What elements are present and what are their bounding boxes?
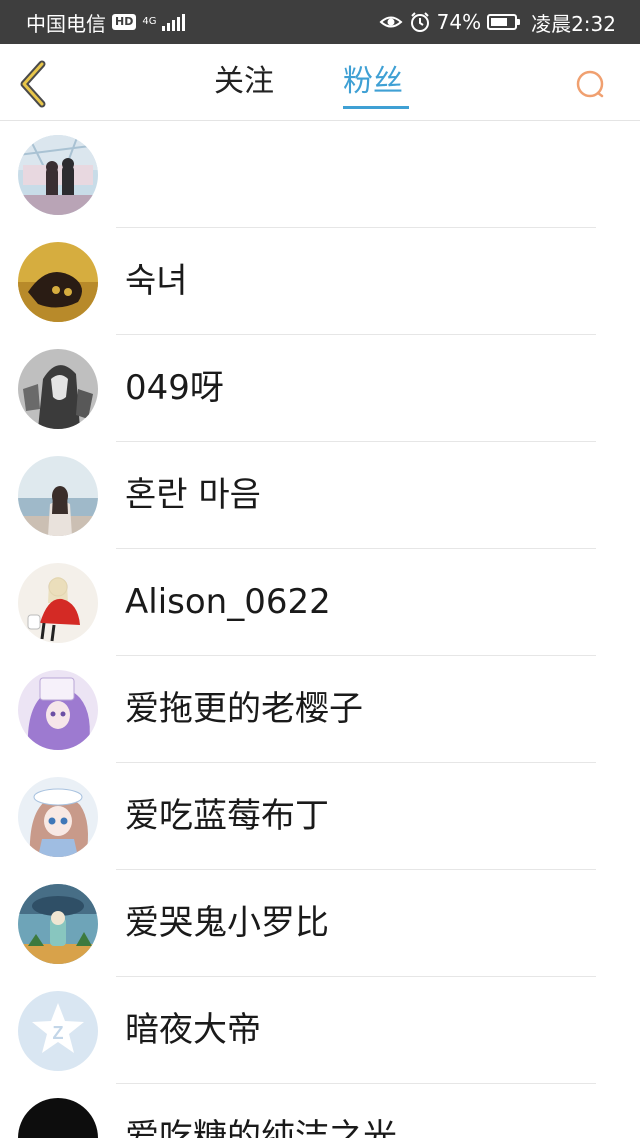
fan-name: Alison_0622	[125, 582, 331, 622]
chevron-left-icon	[20, 60, 46, 108]
fan-name: 爱吃蓝莓布丁	[125, 796, 329, 836]
list-item[interactable]	[0, 121, 640, 228]
fan-name: 暗夜大帝	[125, 1010, 261, 1050]
avatar[interactable]: Z	[18, 991, 98, 1071]
eye-icon	[379, 16, 403, 28]
status-time: 凌晨2:32	[531, 11, 616, 36]
black-avatar-image	[18, 1098, 98, 1138]
fan-name: 049呀	[125, 368, 224, 408]
fan-name: 혼란 마음	[125, 475, 261, 515]
status-bar: 中国电信 HD 4G 74% 凌晨2:32	[0, 0, 640, 44]
battery-fill	[491, 18, 508, 26]
list-item[interactable]: 혼란 마음	[0, 442, 640, 549]
avatar[interactable]	[18, 777, 98, 857]
amusement-park-avatar-image	[18, 135, 98, 215]
avatar[interactable]	[18, 670, 98, 750]
fan-list: 숙녀 049呀 혼란 마음 Alison_0622 爱拖更的老樱子 爱吃蓝莓布丁…	[0, 121, 640, 1138]
avatar[interactable]	[18, 135, 98, 215]
avatar[interactable]	[18, 884, 98, 964]
signal-icon	[162, 13, 186, 31]
status-left: 中国电信 HD 4G	[26, 0, 186, 44]
list-item[interactable]: 爱吃蓝莓布丁	[0, 763, 640, 870]
svg-text:Z: Z	[53, 1023, 64, 1043]
list-item[interactable]: 爱拖更的老樱子	[0, 656, 640, 763]
tab-follow[interactable]: 关注	[214, 62, 274, 102]
battery-icon	[487, 14, 521, 30]
purple-anime-avatar-image	[18, 670, 98, 750]
active-tab-indicator	[343, 106, 409, 109]
back-button[interactable]	[14, 60, 54, 108]
status-right: 74% 凌晨2:32	[379, 0, 616, 44]
network-label: 4G	[142, 16, 157, 27]
avatar[interactable]	[18, 563, 98, 643]
avatar[interactable]	[18, 349, 98, 429]
hd-badge: HD	[112, 14, 137, 30]
default-avatar-image: Z	[18, 991, 98, 1071]
list-item[interactable]: 爱吃糖的纯洁之光	[0, 1084, 640, 1138]
carrier-label: 中国电信	[26, 11, 106, 36]
search-icon	[576, 70, 604, 98]
battery-percent: 74%	[436, 10, 482, 34]
red-coat-avatar-image	[18, 563, 98, 643]
list-item[interactable]: Z 暗夜大帝	[0, 977, 640, 1084]
list-item[interactable]: 049呀	[0, 335, 640, 442]
dark-hands-avatar-image	[18, 242, 98, 322]
search-button[interactable]	[574, 68, 608, 102]
blue-anime-avatar-image	[18, 777, 98, 857]
screen: 中国电信 HD 4G 74% 凌晨2:32 关注 粉丝 숙녀 049呀 혼란 마…	[0, 0, 640, 1138]
alarm-icon	[410, 12, 429, 32]
tab-fans[interactable]: 粉丝	[343, 62, 403, 102]
list-item[interactable]: 爱哭鬼小罗比	[0, 870, 640, 977]
list-item[interactable]: Alison_0622	[0, 549, 640, 656]
gray-anime-avatar-image	[18, 349, 98, 429]
list-item[interactable]: 숙녀	[0, 228, 640, 335]
fan-name: 爱哭鬼小罗比	[125, 903, 329, 943]
avatar[interactable]	[18, 242, 98, 322]
girl-sea-avatar-image	[18, 456, 98, 536]
avatar[interactable]	[18, 1098, 98, 1138]
fan-name: 爱拖更的老樱子	[125, 689, 363, 729]
header-bar: 关注 粉丝	[0, 44, 640, 121]
fan-name: 爱吃糖的纯洁之光	[125, 1117, 397, 1138]
avatar[interactable]	[18, 456, 98, 536]
rainy-cartoon-avatar-image	[18, 884, 98, 964]
fan-name: 숙녀	[125, 261, 188, 301]
